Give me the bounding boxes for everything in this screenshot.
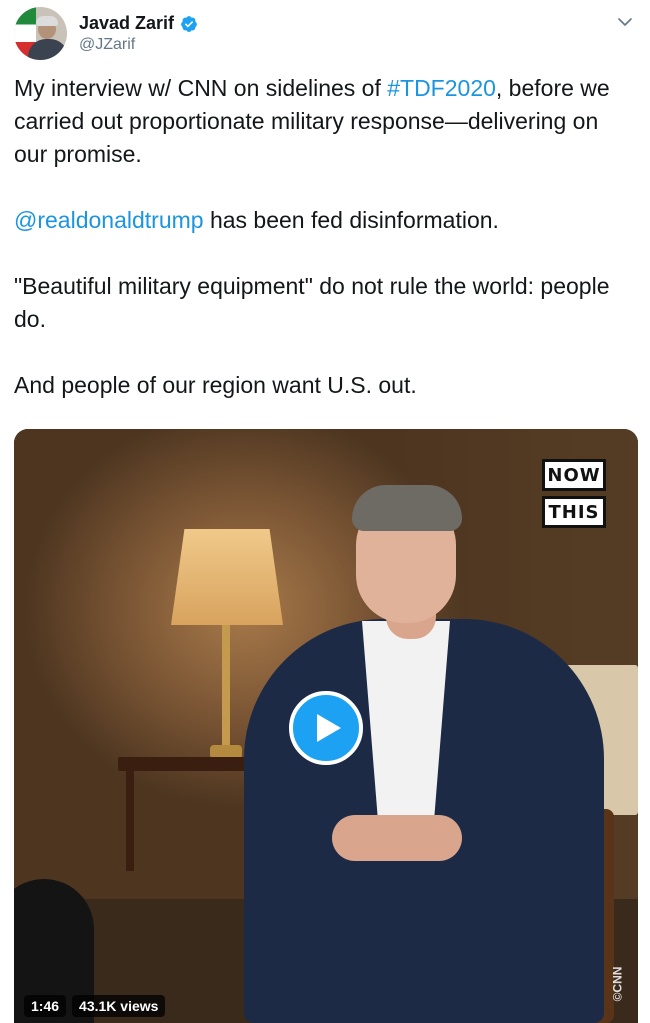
cnn-watermark: ©CNN xyxy=(610,966,625,1002)
video-views-badge: 43.1K views xyxy=(72,995,166,1017)
tweet-text: My interview w/ CNN on sidelines of #TDF… xyxy=(14,72,636,402)
tweet-header: Javad Zarif @JZarif xyxy=(14,7,636,63)
play-icon xyxy=(317,714,341,742)
play-button[interactable] xyxy=(289,691,363,765)
video-badges: 1:46 43.1K views xyxy=(24,995,166,1017)
tweet-paragraph-4: And people of our region want U.S. out. xyxy=(14,372,417,398)
tweet-paragraph-2: @realdonaldtrump has been fed disinforma… xyxy=(14,207,499,233)
mention-link[interactable]: @realdonaldtrump xyxy=(14,207,204,233)
hashtag-link[interactable]: #TDF2020 xyxy=(387,75,496,101)
tweet-paragraph-3: "Beautiful military equipment" do not ru… xyxy=(14,273,610,332)
author-handle[interactable]: @JZarif xyxy=(79,36,135,54)
chevron-down-icon[interactable] xyxy=(616,13,634,31)
verified-badge-icon xyxy=(181,15,197,32)
lamp-graphic xyxy=(171,529,283,625)
video-duration-badge: 1:46 xyxy=(24,995,67,1017)
tweet-paragraph-1: My interview w/ CNN on sidelines of #TDF… xyxy=(14,75,610,167)
author-name-row[interactable]: Javad Zarif xyxy=(79,13,198,34)
nowthis-logo: NOW THIS xyxy=(542,459,606,533)
video-player[interactable]: NOW THIS ©CNN 1:46 43.1K views xyxy=(14,429,638,1023)
author-display-name[interactable]: Javad Zarif xyxy=(79,13,174,34)
author-avatar[interactable] xyxy=(14,7,67,60)
